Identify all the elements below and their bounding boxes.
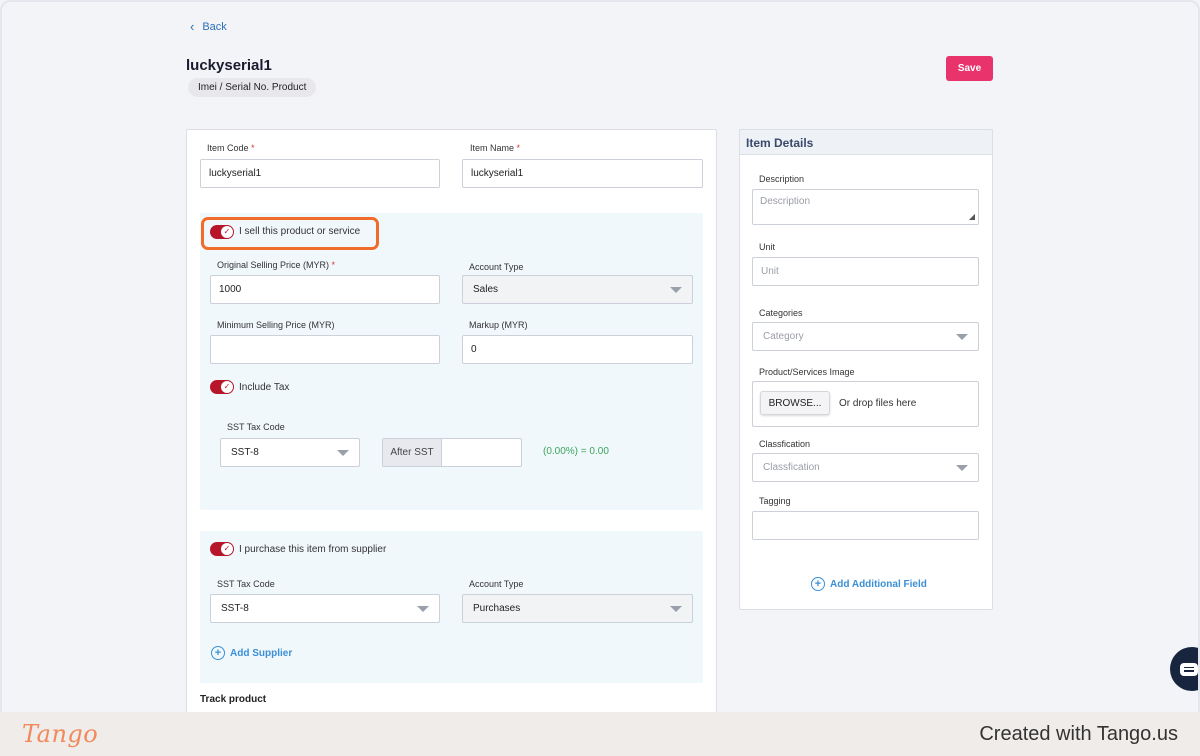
purchase-toggle-label: I purchase this item from supplier — [239, 544, 387, 555]
categories-label: Categories — [759, 308, 803, 318]
chevron-down-icon — [337, 449, 349, 456]
original-price-label: Original Selling Price (MYR) * — [217, 260, 336, 270]
image-label: Product/Services Image — [759, 367, 855, 377]
purchase-sst-label: SST Tax Code — [217, 579, 275, 589]
sell-sst-value: SST-8 — [231, 447, 259, 458]
classification-placeholder: Classfication — [763, 462, 820, 473]
chat-icon — [1180, 662, 1198, 676]
after-sst-addon: After SST — [383, 439, 442, 466]
tango-footer: Tango Created with Tango.us — [0, 712, 1200, 756]
tax-result: (0.00%) = 0.00 — [543, 446, 609, 457]
check-icon: ✓ — [221, 543, 233, 555]
page-title: luckyserial1 — [186, 57, 272, 74]
chevron-down-icon — [956, 333, 968, 340]
chat-widget-button[interactable] — [1170, 647, 1198, 691]
min-price-label: Minimum Selling Price (MYR) — [217, 320, 335, 330]
categories-placeholder: Category — [763, 331, 804, 342]
after-sst-input[interactable] — [442, 439, 521, 466]
add-additional-field-label: Add Additional Field — [830, 578, 927, 590]
sell-sst-label: SST Tax Code — [227, 422, 285, 432]
plus-circle-icon: + — [211, 646, 225, 660]
sell-sst-select[interactable]: SST-8 — [220, 438, 360, 467]
tango-logo: Tango — [22, 720, 99, 748]
unit-label: Unit — [759, 242, 776, 252]
chevron-down-icon — [417, 605, 429, 612]
purchase-sst-select[interactable]: SST-8 — [210, 594, 440, 623]
highlight-annotation — [201, 217, 379, 250]
save-button[interactable]: Save — [946, 56, 993, 81]
description-label: Description — [759, 174, 805, 184]
track-product-heading: Track product — [200, 694, 267, 705]
include-tax-toggle[interactable]: ✓ — [210, 380, 234, 394]
app-window: ‹ Back luckyserial1 Imei / Serial No. Pr… — [0, 0, 1200, 712]
item-code-label: Item Code * — [207, 143, 255, 153]
add-supplier-label: Add Supplier — [230, 647, 293, 659]
tagging-input[interactable] — [752, 511, 979, 540]
min-price-input[interactable] — [210, 335, 440, 364]
product-type-badge: Imei / Serial No. Product — [188, 78, 317, 97]
chevron-down-icon — [956, 464, 968, 471]
drop-files-text: Or drop files here — [839, 398, 917, 409]
purchase-account-type-value: Purchases — [473, 603, 521, 614]
chevron-down-icon — [670, 605, 682, 612]
add-supplier-link[interactable]: + Add Supplier — [211, 646, 292, 660]
back-label: Back — [202, 20, 227, 33]
markup-label: Markup (MYR) — [469, 320, 528, 330]
item-name-label: Item Name * — [470, 143, 521, 153]
unit-input[interactable]: Unit — [752, 257, 979, 286]
chevron-down-icon — [670, 286, 682, 293]
after-sst-group: After SST — [382, 438, 522, 467]
purchase-toggle[interactable]: ✓ — [210, 542, 234, 556]
sell-account-type-select[interactable]: Sales — [462, 275, 693, 304]
check-icon: ✓ — [221, 381, 233, 393]
chevron-left-icon: ‹ — [190, 19, 195, 34]
purchase-account-type-label: Account Type — [469, 579, 524, 589]
categories-select[interactable]: Category — [752, 322, 979, 351]
sell-account-type-label: Account Type — [469, 262, 524, 272]
item-details-title: Item Details — [739, 129, 993, 155]
plus-circle-icon: + — [811, 577, 825, 591]
include-tax-label: Include Tax — [239, 382, 290, 393]
created-with-text: Created with Tango.us — [979, 722, 1178, 745]
purchase-sst-value: SST-8 — [221, 603, 249, 614]
tagging-label: Tagging — [759, 496, 791, 506]
item-name-input[interactable]: luckyserial1 — [462, 159, 703, 188]
resize-grip-icon[interactable]: ◢ — [969, 212, 975, 221]
description-placeholder: Description — [760, 196, 811, 207]
purchase-account-type-select[interactable]: Purchases — [462, 594, 693, 623]
original-price-input[interactable]: 1000 — [210, 275, 440, 304]
classification-select[interactable]: Classfication — [752, 453, 979, 482]
classification-label: Classfication — [759, 439, 811, 449]
description-textarea[interactable]: Description ◢ — [752, 189, 979, 225]
browse-button[interactable]: BROWSE... — [760, 391, 830, 415]
sell-account-type-value: Sales — [473, 284, 499, 295]
back-link[interactable]: ‹ Back — [190, 19, 227, 34]
add-additional-field-link[interactable]: + Add Additional Field — [811, 577, 927, 591]
item-code-input[interactable]: luckyserial1 — [200, 159, 440, 188]
markup-input[interactable]: 0 — [462, 335, 693, 364]
